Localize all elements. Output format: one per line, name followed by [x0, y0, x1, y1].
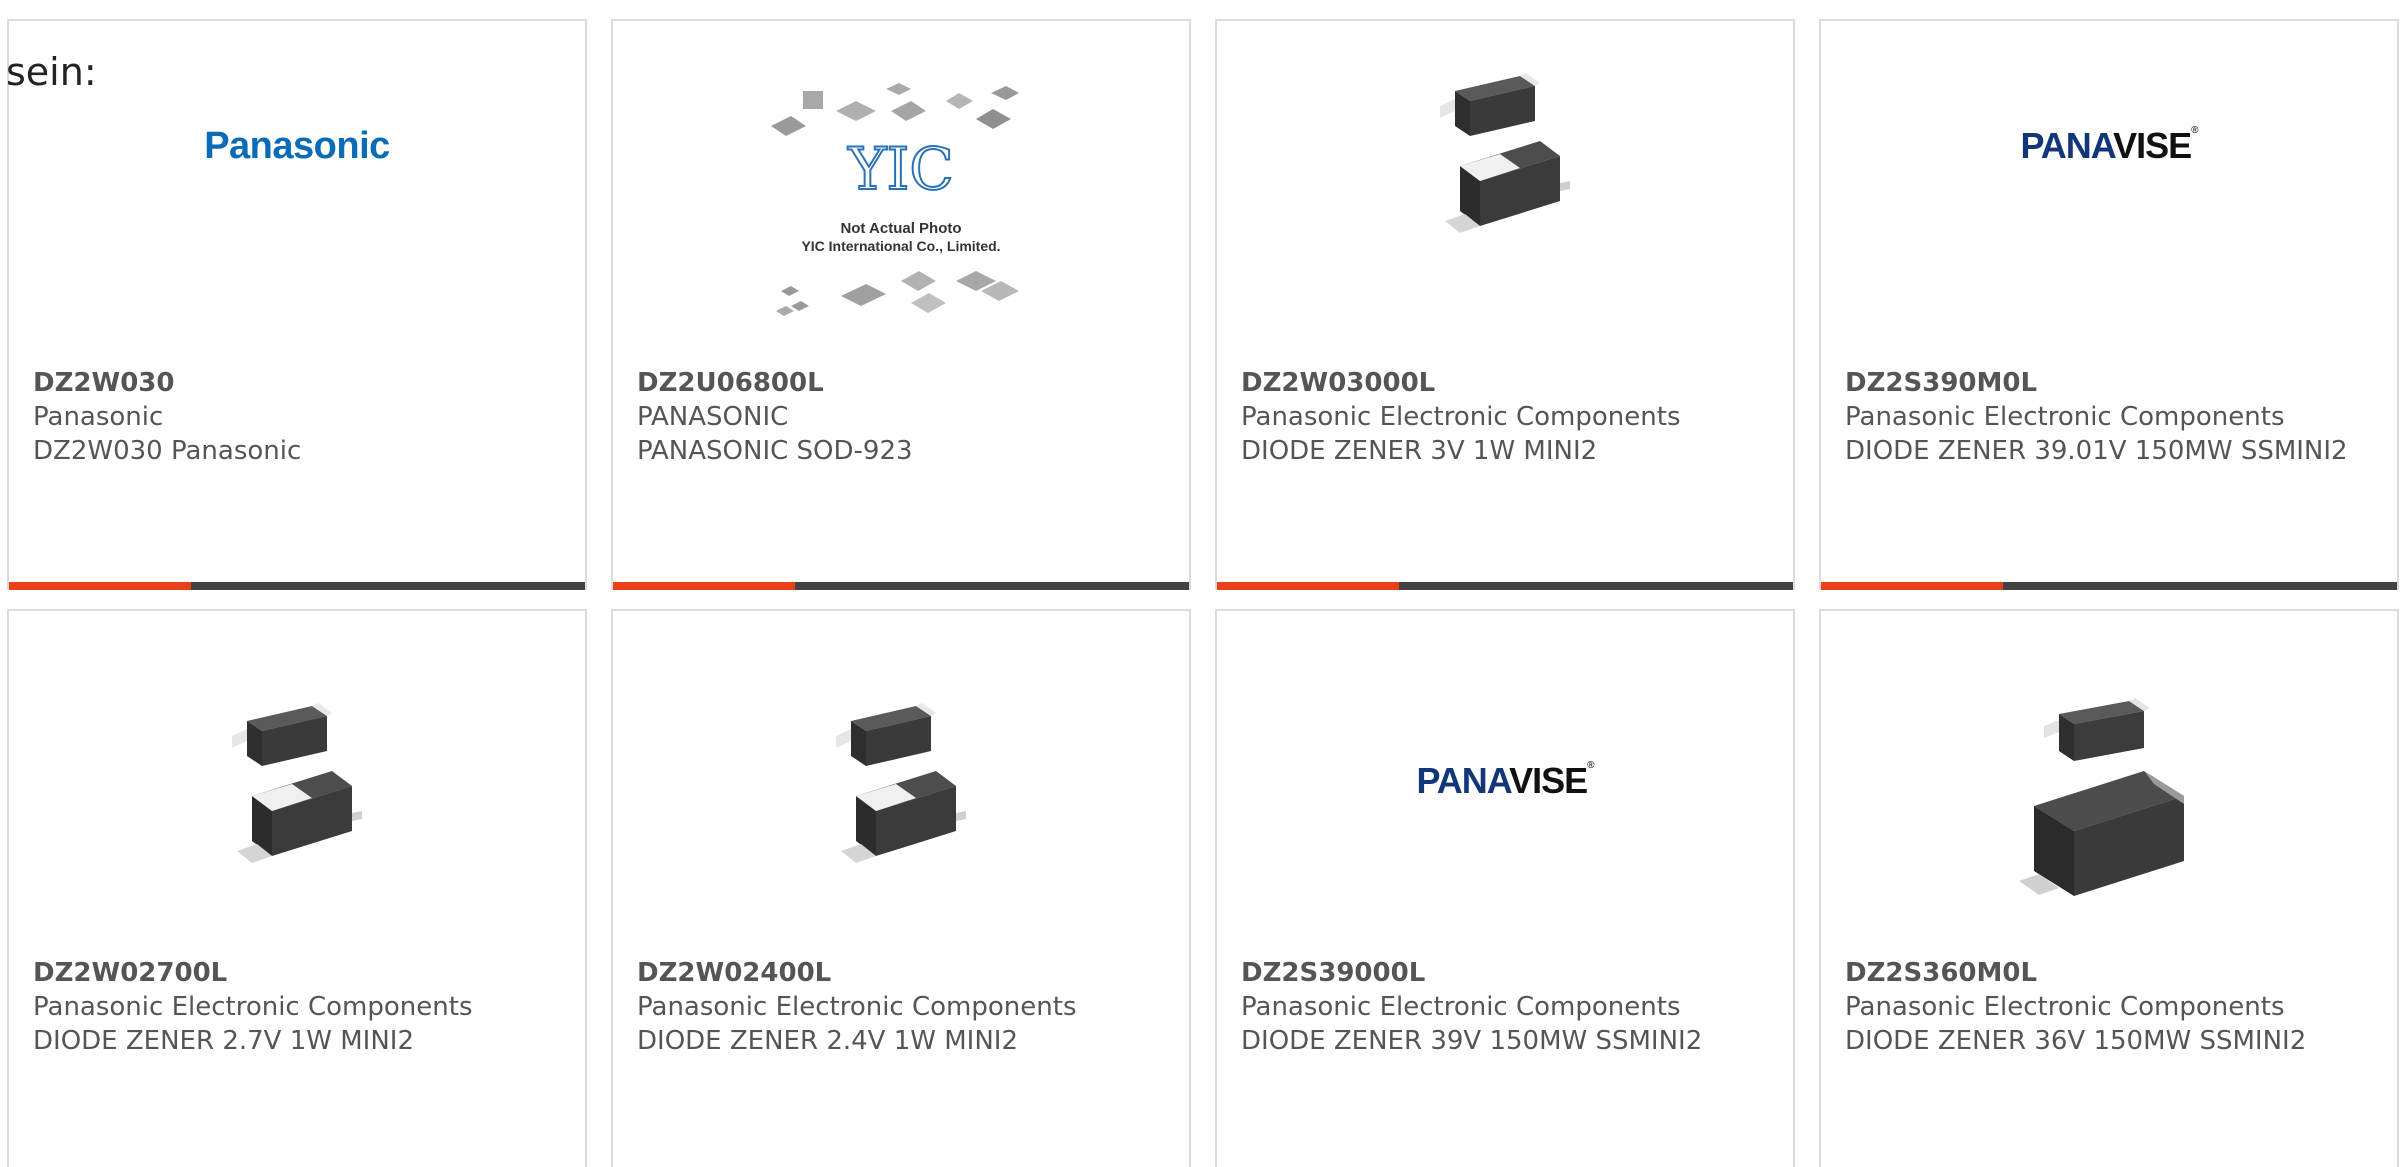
product-image[interactable]: YIC Not Actual Photo YIC International C…: [613, 51, 1189, 371]
part-number[interactable]: DZ2S39000L: [1241, 956, 1773, 990]
product-image[interactable]: Panasonic: [9, 51, 585, 371]
product-image[interactable]: [1217, 51, 1793, 371]
part-number[interactable]: DZ2W030: [33, 366, 565, 400]
product-grid: Panasonic DZ2W030 Panasonic DZ2W030 Pana…: [7, 19, 2400, 1167]
product-card[interactable]: DZ2W02700L Panasonic Electronic Componen…: [7, 609, 587, 1167]
description: DIODE ZENER 36V 150MW SSMINI2: [1845, 1026, 2307, 1056]
part-number[interactable]: DZ2U06800L: [637, 366, 1169, 400]
product-card[interactable]: Panasonic DZ2W030 Panasonic DZ2W030 Pana…: [7, 19, 587, 590]
intro-text: sein:: [6, 50, 97, 94]
product-card[interactable]: DZ2W03000L Panasonic Electronic Componen…: [1215, 19, 1795, 590]
accent-bar: [1217, 582, 1399, 590]
part-number[interactable]: DZ2W03000L: [1241, 366, 1773, 400]
part-number[interactable]: DZ2S360M0L: [1845, 956, 2377, 990]
product-card[interactable]: DZ2S360M0L Panasonic Electronic Componen…: [1819, 609, 2399, 1167]
accent-bar: [1821, 582, 2003, 590]
diode-package-image: [232, 703, 362, 863]
product-image[interactable]: PANAVISE®: [1821, 51, 2397, 371]
description: DIODE ZENER 39V 150MW SSMINI2: [1241, 1026, 1703, 1056]
product-card[interactable]: PANAVISE® DZ2S390M0L Panasonic Electroni…: [1819, 19, 2399, 590]
description: DIODE ZENER 2.7V 1W MINI2: [33, 1026, 414, 1056]
accent-bar: [613, 582, 795, 590]
manufacturer: Panasonic Electronic Components: [1241, 402, 1681, 432]
product-image[interactable]: [9, 641, 585, 961]
diode-package-large-image: [2019, 698, 2184, 896]
yic-placeholder-image: YIC Not Actual Photo YIC International C…: [771, 83, 1019, 316]
panasonic-logo: Panasonic: [204, 124, 390, 167]
manufacturer: Panasonic Electronic Components: [637, 992, 1077, 1022]
part-number[interactable]: DZ2W02400L: [637, 956, 1169, 990]
yic-note-line1: Not Actual Photo: [840, 220, 961, 237]
manufacturer: Panasonic Electronic Components: [33, 992, 473, 1022]
accent-bar: [9, 582, 191, 590]
page: sein: Panasonic DZ2W030 Panasonic DZ2W03…: [0, 0, 2400, 1167]
description: DZ2W030 Panasonic: [33, 436, 302, 466]
product-card[interactable]: DZ2W02400L Panasonic Electronic Componen…: [611, 609, 1191, 1167]
manufacturer: Panasonic Electronic Components: [1845, 992, 2285, 1022]
manufacturer: PANASONIC: [637, 402, 789, 432]
card-footer-bar: [1217, 582, 1793, 590]
product-card[interactable]: YIC Not Actual Photo YIC International C…: [611, 19, 1191, 590]
diode-package-image: [836, 703, 966, 863]
card-footer-bar: [9, 582, 585, 590]
manufacturer: Panasonic Electronic Components: [1845, 402, 2285, 432]
manufacturer: Panasonic: [33, 402, 164, 432]
yic-brand-text: YIC: [847, 135, 954, 203]
description: PANASONIC SOD-923: [637, 436, 913, 466]
product-image[interactable]: [1821, 641, 2397, 961]
description: DIODE ZENER 3V 1W MINI2: [1241, 436, 1598, 466]
product-card[interactable]: PANAVISE® DZ2S39000L Panasonic Electroni…: [1215, 609, 1795, 1167]
manufacturer: Panasonic Electronic Components: [1241, 992, 1681, 1022]
description: DIODE ZENER 2.4V 1W MINI2: [637, 1026, 1018, 1056]
yic-note-line2: YIC International Co., Limited.: [801, 238, 1000, 254]
card-footer-bar: [1821, 582, 2397, 590]
product-image[interactable]: [613, 641, 1189, 961]
diode-package-image: [1440, 73, 1570, 233]
part-number[interactable]: DZ2S390M0L: [1845, 366, 2377, 400]
product-image[interactable]: PANAVISE®: [1217, 641, 1793, 961]
card-footer-bar: [613, 582, 1189, 590]
panavise-logo: PANAVISE®: [1416, 760, 1594, 801]
panavise-logo: PANAVISE®: [2020, 125, 2198, 166]
part-number[interactable]: DZ2W02700L: [33, 956, 565, 990]
description: DIODE ZENER 39.01V 150MW SSMINI2: [1845, 436, 2348, 466]
